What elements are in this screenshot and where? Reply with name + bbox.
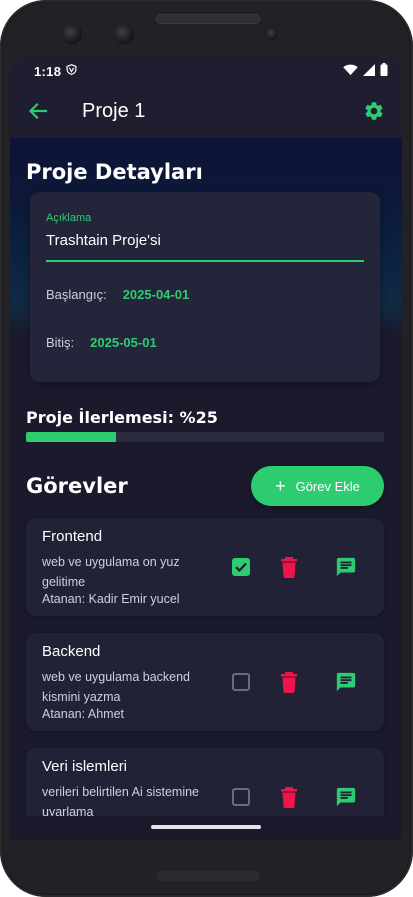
bottom-speaker [156,871,260,881]
comment-icon[interactable] [335,671,357,693]
front-sensor [114,24,134,44]
end-date-value[interactable]: 2025-05-01 [90,335,157,350]
progress-label: Proje İlerlemesi: %25 [26,408,218,427]
navigation-bar [10,816,402,840]
phone-frame: 1:18 Proje 1 Proje Detayları Açıklama Tr… [0,0,413,897]
details-heading: Proje Detayları [26,160,203,184]
proximity-sensor [266,28,278,40]
task-done-checkbox[interactable] [232,788,250,806]
task-title: Backend [42,643,101,660]
task-done-checkbox[interactable] [232,558,250,576]
add-task-label: Görev Ekle [295,478,360,494]
task-card[interactable]: Veri islemleri verileri belirtilen Ai si… [26,748,384,816]
home-gesture-handle[interactable] [151,825,261,829]
app-bar: Proje 1 [10,84,402,138]
project-details-card: Açıklama Trashtain Proje'si Başlangıç: 2… [30,192,380,382]
page-title: Proje 1 [82,99,146,122]
delete-trash-icon[interactable] [279,556,299,578]
description-label: Açıklama [46,212,92,224]
description-underline [46,260,364,262]
tasks-heading: Görevler [26,474,128,498]
start-date-label: Başlangıç: [46,287,107,302]
task-card[interactable]: Backend web ve uygulama backend kismini … [26,633,384,731]
task-card[interactable]: Frontend web ve uygulama on yuz gelitime… [26,518,384,616]
delete-trash-icon[interactable] [279,671,299,693]
delete-trash-icon[interactable] [279,786,299,808]
screen: 1:18 Proje 1 Proje Detayları Açıklama Tr… [10,58,402,840]
end-date-row[interactable]: Bitiş: 2025-05-01 [46,335,157,350]
add-task-button[interactable]: + Görev Ekle [251,466,384,506]
status-bar: 1:18 [10,58,402,84]
task-title: Veri islemleri [42,758,128,775]
content-area[interactable]: Proje Detayları Açıklama Trashtain Proje… [10,138,402,816]
description-field[interactable]: Trashtain Proje'si [46,232,161,249]
checkmark-icon [235,562,247,573]
back-arrow-icon[interactable] [26,99,50,123]
speaker-grille [156,14,260,24]
progress-bar [26,432,384,442]
task-done-checkbox[interactable] [232,673,250,691]
task-description: web ve uygulama on yuz gelitime [42,555,180,589]
top-bezel [0,0,413,58]
shield-icon [66,64,77,78]
start-date-row[interactable]: Başlangıç: 2025-04-01 [46,287,189,302]
task-description: web ve uygulama backend kismini yazma [42,670,191,704]
front-camera [62,24,82,44]
comment-icon[interactable] [335,556,357,578]
task-assignee: Atanan: Ahmet [42,707,125,721]
progress-fill [26,432,116,442]
status-time: 1:18 [34,63,62,79]
task-title: Frontend [42,528,103,545]
status-icons [343,63,388,79]
start-date-value[interactable]: 2025-04-01 [123,287,190,302]
signal-icon [363,63,375,79]
wifi-icon [343,64,358,79]
settings-gear-icon[interactable] [362,99,386,123]
task-assignee: Atanan: Kadir Emir yucel [42,592,180,606]
end-date-label: Bitiş: [46,335,75,350]
comment-icon[interactable] [335,786,357,808]
plus-icon: + [275,476,286,496]
battery-icon [380,63,388,79]
task-description: verileri belirtilen Ai sistemine uyarlam… [42,785,200,816]
